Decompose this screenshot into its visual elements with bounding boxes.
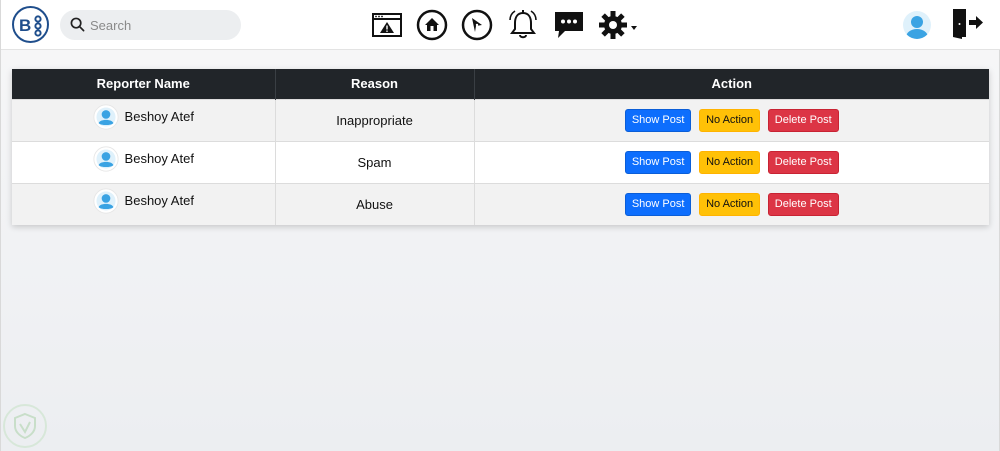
svg-text:B: B <box>19 16 31 35</box>
reporter-name[interactable]: Beshoy Atef <box>125 193 194 208</box>
search-box[interactable] <box>60 10 241 40</box>
reports-table: Reporter Name Reason Action Beshoy Atef … <box>12 69 989 225</box>
delete-post-button[interactable]: Delete Post <box>767 108 839 132</box>
reporter-name[interactable]: Beshoy Atef <box>125 109 194 124</box>
header-reporter-name: Reporter Name <box>12 69 276 99</box>
logout-icon[interactable] <box>950 6 984 45</box>
reporter-cell: Beshoy Atef <box>12 182 276 225</box>
reason-cell: Spam <box>275 140 475 183</box>
show-post-button[interactable]: Show Post <box>624 192 692 216</box>
no-action-button[interactable]: No Action <box>699 108 761 132</box>
table-header-row: Reporter Name Reason Action <box>12 69 989 99</box>
home-icon[interactable] <box>416 7 448 43</box>
notifications-bell-icon[interactable] <box>506 7 540 43</box>
header-action: Action <box>474 69 989 99</box>
action-cell: Show Post No Action Delete Post <box>474 98 989 141</box>
show-post-button[interactable]: Show Post <box>624 150 692 174</box>
reporter-cell: Beshoy Atef <box>12 98 276 141</box>
settings-gear-icon[interactable] <box>598 7 638 43</box>
reason-cell: Abuse <box>275 182 475 225</box>
brand-logo-icon[interactable]: B <box>12 6 49 43</box>
action-cell: Show Post No Action Delete Post <box>474 140 989 183</box>
no-action-button[interactable]: No Action <box>699 192 761 216</box>
table-row: Beshoy Atef Spam Show Post No Action Del… <box>12 140 989 183</box>
table-row: Beshoy Atef Abuse Show Post No Action De… <box>12 182 989 225</box>
delete-post-button[interactable]: Delete Post <box>767 150 839 174</box>
messages-icon[interactable] <box>552 7 586 43</box>
action-cell: Show Post No Action Delete Post <box>474 182 989 225</box>
top-navbar: B <box>1 0 1000 50</box>
reporter-cell: Beshoy Atef <box>12 140 276 183</box>
reporter-name[interactable]: Beshoy Atef <box>125 151 194 166</box>
reporter-avatar-icon <box>92 145 119 172</box>
watermark-logo-icon <box>3 404 47 448</box>
no-action-button[interactable]: No Action <box>699 150 761 174</box>
table-row: Beshoy Atef Inappropriate Show Post No A… <box>12 98 989 141</box>
reports-table-container: Reporter Name Reason Action Beshoy Atef … <box>12 69 989 225</box>
header-reason: Reason <box>275 69 475 99</box>
show-post-button[interactable]: Show Post <box>624 108 692 132</box>
reporter-avatar-icon <box>92 103 119 130</box>
search-icon <box>70 17 85 37</box>
reports-warning-icon[interactable] <box>371 7 403 43</box>
delete-post-button[interactable]: Delete Post <box>767 192 839 216</box>
explore-compass-icon[interactable] <box>461 7 493 43</box>
search-input[interactable] <box>90 10 235 40</box>
reporter-avatar-icon <box>92 188 119 214</box>
user-avatar-icon[interactable] <box>902 10 932 40</box>
reason-cell: Inappropriate <box>275 98 475 141</box>
